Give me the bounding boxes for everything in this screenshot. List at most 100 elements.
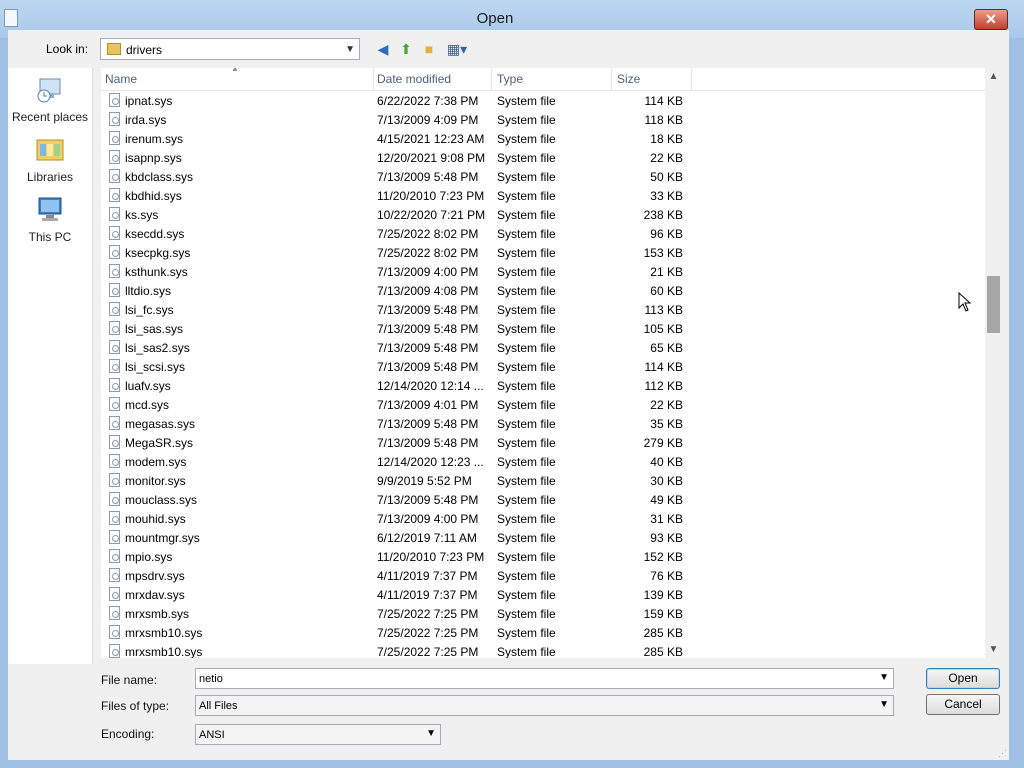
file-size: 50 KB bbox=[650, 170, 683, 184]
file-row[interactable]: mouclass.sys 7/13/2009 5:48 PM System file… bbox=[101, 490, 985, 509]
system-file-icon bbox=[109, 397, 120, 411]
encoding-select[interactable]: ANSI ▼ bbox=[195, 724, 441, 745]
file-row[interactable]: mountmgr.sys 6/12/2019 7:11 AM System file… bbox=[101, 528, 985, 547]
look-in-combo[interactable]: drivers ▼ bbox=[100, 38, 360, 60]
file-name: mrxsmb.sys bbox=[125, 607, 189, 621]
file-row[interactable]: kbdclass.sys 7/13/2009 5:48 PM System file… bbox=[101, 167, 985, 186]
file-type: System file bbox=[497, 132, 556, 146]
new-folder-icon[interactable]: ■ bbox=[421, 41, 437, 57]
file-size: 49 KB bbox=[650, 493, 683, 507]
place-libraries[interactable]: Libraries bbox=[8, 136, 92, 184]
file-row[interactable]: ipnat.sys 6/22/2022 7:38 PM System file 114… bbox=[101, 91, 985, 110]
up-folder-icon[interactable]: ⬆ bbox=[398, 41, 414, 57]
file-row[interactable]: megasas.sys 7/13/2009 5:48 PM System file 3… bbox=[101, 414, 985, 433]
column-size[interactable]: Size bbox=[617, 72, 640, 86]
file-date: 7/13/2009 5:48 PM bbox=[377, 493, 479, 507]
chevron-down-icon[interactable]: ▼ bbox=[879, 672, 889, 683]
look-in-label: Look in: bbox=[46, 42, 89, 56]
file-type: System file bbox=[497, 417, 556, 431]
file-name-input[interactable]: netio ▼ bbox=[195, 668, 894, 689]
scroll-thumb[interactable] bbox=[987, 276, 1000, 333]
file-name: lsi_scsi.sys bbox=[125, 360, 186, 374]
file-row[interactable]: ks.sys 10/22/2020 7:21 PM System file 238 K… bbox=[101, 205, 985, 224]
file-size: 285 KB bbox=[643, 645, 683, 658]
file-row[interactable]: lsi_sas.sys 7/13/2009 5:48 PM System file 1… bbox=[101, 319, 985, 338]
file-row[interactable]: mrxsmb.sys 7/25/2022 7:25 PM System file 15… bbox=[101, 604, 985, 623]
file-row[interactable]: MegaSR.sys 7/13/2009 5:48 PM System file 27… bbox=[101, 433, 985, 452]
system-file-icon bbox=[109, 340, 120, 354]
file-date: 7/25/2022 8:02 PM bbox=[377, 246, 479, 260]
system-file-icon bbox=[109, 606, 120, 620]
file-row[interactable]: lltdio.sys 7/13/2009 4:08 PM System file 60… bbox=[101, 281, 985, 300]
scroll-down-icon[interactable]: ▼ bbox=[985, 641, 1002, 658]
file-row[interactable]: mpio.sys 11/20/2010 7:23 PM System file 152… bbox=[101, 547, 985, 566]
file-row[interactable]: ksecpkg.sys 7/25/2022 8:02 PM System file 1… bbox=[101, 243, 985, 262]
file-row[interactable]: mrxdav.sys 4/11/2019 7:37 PM System file 13… bbox=[101, 585, 985, 604]
file-list[interactable]: ▲ Name Date modified Type Size ipnat.sys… bbox=[101, 68, 985, 658]
file-name: ks.sys bbox=[125, 208, 159, 222]
place-recent-places[interactable]: Recent places bbox=[8, 76, 92, 124]
file-size: 139 KB bbox=[643, 588, 683, 602]
system-file-icon bbox=[109, 150, 120, 164]
file-type: System file bbox=[497, 227, 556, 241]
file-date: 7/13/2009 5:48 PM bbox=[377, 303, 479, 317]
file-type: System file bbox=[497, 436, 556, 450]
file-row[interactable]: mpsdrv.sys 4/11/2019 7:37 PM System file 76… bbox=[101, 566, 985, 585]
file-row[interactable]: modem.sys 12/14/2020 12:23 ... System file… bbox=[101, 452, 985, 471]
system-file-icon bbox=[109, 511, 120, 525]
file-date: 4/11/2019 7:37 PM bbox=[377, 569, 478, 583]
scroll-up-icon[interactable]: ▲ bbox=[985, 68, 1002, 85]
file-row[interactable]: isapnp.sys 12/20/2021 9:08 PM System file 2… bbox=[101, 148, 985, 167]
file-name: mrxsmb10.sys bbox=[125, 626, 203, 640]
file-row[interactable]: mrxsmb10.sys 7/25/2022 7:25 PM System file… bbox=[101, 623, 985, 642]
file-row[interactable]: monitor.sys 9/9/2019 5:52 PM System file 30… bbox=[101, 471, 985, 490]
file-row[interactable]: lsi_scsi.sys 7/13/2009 5:48 PM System file… bbox=[101, 357, 985, 376]
system-file-icon bbox=[109, 112, 120, 126]
file-date: 7/13/2009 5:48 PM bbox=[377, 341, 479, 355]
system-file-icon bbox=[109, 169, 120, 183]
back-arrow-icon[interactable]: ◀ bbox=[375, 41, 391, 57]
file-type: System file bbox=[497, 341, 556, 355]
file-row[interactable]: lsi_fc.sys 7/13/2009 5:48 PM System file 11… bbox=[101, 300, 985, 319]
open-button[interactable]: Open bbox=[926, 668, 1000, 689]
column-type[interactable]: Type bbox=[497, 72, 523, 86]
file-row[interactable]: kbdhid.sys 11/20/2010 7:23 PM System file 3… bbox=[101, 186, 985, 205]
file-size: 40 KB bbox=[650, 455, 683, 469]
file-size: 114 KB bbox=[644, 94, 683, 108]
file-type: System file bbox=[497, 455, 556, 469]
file-date: 7/13/2009 4:09 PM bbox=[377, 113, 479, 127]
file-row[interactable]: mcd.sys 7/13/2009 4:01 PM System file 22 KB bbox=[101, 395, 985, 414]
system-file-icon bbox=[109, 93, 120, 107]
column-date-modified[interactable]: Date modified bbox=[377, 72, 451, 86]
column-name[interactable]: Name bbox=[105, 72, 137, 86]
file-type: System file bbox=[497, 493, 556, 507]
file-row[interactable]: ksthunk.sys 7/13/2009 4:00 PM System file 2… bbox=[101, 262, 985, 281]
sort-ascending-icon: ▲ bbox=[231, 68, 239, 73]
file-row[interactable]: luafv.sys 12/14/2020 12:14 ... System file… bbox=[101, 376, 985, 395]
files-of-type-select[interactable]: All Files ▼ bbox=[195, 695, 894, 716]
file-type: System file bbox=[497, 265, 556, 279]
file-name-value: netio bbox=[199, 673, 223, 685]
close-button[interactable]: ✕ bbox=[974, 9, 1008, 30]
place-this-pc[interactable]: This PC bbox=[8, 196, 92, 244]
file-date: 12/14/2020 12:23 ... bbox=[377, 455, 484, 469]
file-row[interactable]: irda.sys 7/13/2009 4:09 PM System file 118 … bbox=[101, 110, 985, 129]
view-menu-icon[interactable]: ▦▾ bbox=[445, 41, 469, 57]
vertical-scrollbar[interactable]: ▲ ▼ bbox=[985, 68, 1002, 658]
resize-grip-icon[interactable]: ⋰ bbox=[998, 748, 1020, 764]
file-type: System file bbox=[497, 322, 556, 336]
file-name: ksthunk.sys bbox=[125, 265, 188, 279]
encoding-label: Encoding: bbox=[101, 727, 155, 741]
file-row[interactable]: ksecdd.sys 7/25/2022 8:02 PM System file 96… bbox=[101, 224, 985, 243]
file-type: System file bbox=[497, 360, 556, 374]
file-size: 18 KB bbox=[650, 132, 683, 146]
file-name: megasas.sys bbox=[125, 417, 196, 431]
cancel-button[interactable]: Cancel bbox=[926, 694, 1000, 715]
file-row[interactable]: lsi_sas2.sys 7/13/2009 5:48 PM System file… bbox=[101, 338, 985, 357]
file-row[interactable]: mouhid.sys 7/13/2009 4:00 PM System file 31… bbox=[101, 509, 985, 528]
file-size: 114 KB bbox=[644, 360, 683, 374]
file-size: 285 KB bbox=[643, 626, 683, 640]
file-row[interactable]: mrxsmb10.sys 7/25/2022 7:25 PM System file… bbox=[101, 642, 985, 658]
file-row[interactable]: irenum.sys 4/15/2021 12:23 AM System file 1… bbox=[101, 129, 985, 148]
place-label: Recent places bbox=[11, 110, 89, 124]
